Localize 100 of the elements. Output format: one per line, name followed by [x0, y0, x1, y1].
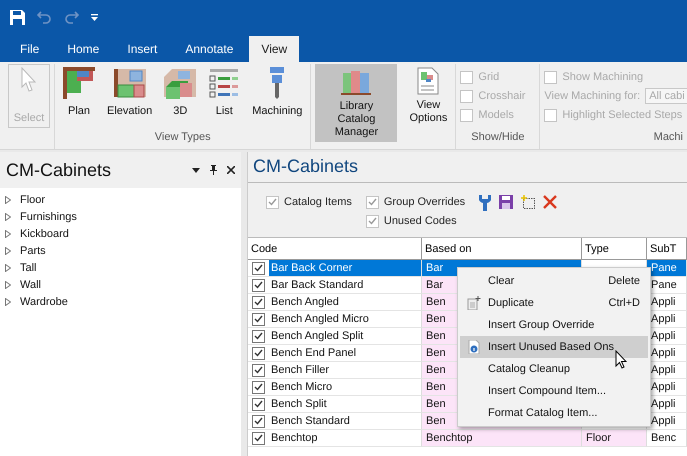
ribbon-tab[interactable]: Home: [55, 36, 112, 62]
row-checkbox[interactable]: [252, 364, 265, 376]
expand-icon[interactable]: [5, 264, 11, 272]
expand-icon[interactable]: [5, 196, 11, 204]
tree-item[interactable]: Tall: [0, 259, 241, 276]
table-cell: Floor: [582, 430, 647, 447]
row-checkbox[interactable]: [252, 312, 265, 326]
document-icon: [417, 67, 440, 95]
info-icon: [468, 340, 480, 354]
library-catalog-manager-button[interactable]: Library Catalog Manager: [315, 64, 398, 142]
row-checkbox[interactable]: [252, 278, 265, 292]
checkbox[interactable]: [544, 108, 558, 122]
expand-icon[interactable]: [5, 280, 11, 288]
row-checkbox[interactable]: [252, 262, 265, 274]
checkbox-label: Models: [478, 109, 514, 121]
group-label: Machi: [652, 131, 683, 145]
ribbon-tab[interactable]: File: [8, 36, 52, 62]
view-type-button[interactable]: 3D: [160, 64, 200, 131]
table-cell-text: Bench Filler: [270, 363, 330, 378]
tree-item[interactable]: Floor: [0, 191, 241, 208]
checkbox[interactable]: [366, 214, 379, 228]
tree-label: Furnishings: [20, 210, 77, 222]
group-label: Show/Hide: [470, 131, 526, 145]
checkbox-label: Show Machining: [562, 71, 644, 83]
pin-icon[interactable]: [210, 165, 217, 175]
view-type-button[interactable]: Machining: [248, 64, 306, 131]
panel-title: CM-Cabinets: [252, 155, 360, 178]
checkbox-label: Crosshair: [478, 90, 526, 102]
checkbox-label: Group Overrides: [384, 196, 466, 208]
save-icon[interactable]: [10, 10, 25, 24]
row-checkbox[interactable]: [252, 414, 265, 428]
table-cell: Benc: [647, 430, 687, 447]
table-cell-text: Bench End Panel: [270, 346, 358, 361]
table-cell-text: Bench Standard: [270, 414, 351, 429]
row-checkbox[interactable]: [252, 346, 265, 360]
expand-icon[interactable]: [5, 246, 11, 254]
table-cell-text: Bench Split: [270, 397, 328, 412]
ribbon-tab[interactable]: Insert: [115, 36, 170, 62]
duplicate-icon: [467, 296, 481, 310]
column-header[interactable]: SubT: [647, 238, 687, 260]
new-item-icon[interactable]: [521, 195, 536, 209]
row-checkbox[interactable]: [252, 432, 265, 444]
row-checkbox[interactable]: [252, 330, 265, 342]
table-cell-text: Bench Micro: [270, 380, 334, 395]
row-checkbox[interactable]: [252, 398, 265, 410]
checkbox-label: Unused Codes: [384, 215, 457, 227]
group-label: View Types: [154, 131, 212, 145]
shortcut-label: Ctrl+D: [608, 297, 641, 309]
table-cell: Benchtop: [422, 430, 582, 447]
dropdown-icon[interactable]: [91, 14, 98, 20]
tree-label: Kickboard: [20, 228, 69, 240]
panel-title: CM-Cabinets: [6, 160, 112, 180]
mouse-cursor-icon: [615, 350, 627, 370]
checkbox[interactable]: [266, 196, 279, 208]
view-type-button[interactable]: Plan: [59, 64, 99, 131]
table-cell: Bar Back Corner: [269, 260, 421, 276]
table-cell-text: Bench Angled Split: [270, 329, 364, 344]
tree-label: Tall: [20, 262, 37, 274]
list-icon: [208, 67, 240, 99]
column-header[interactable]: Type: [582, 238, 647, 260]
ribbon-tab[interactable]: View: [249, 36, 300, 62]
save-icon[interactable]: [499, 195, 514, 209]
tree-item[interactable]: Furnishings: [0, 208, 241, 225]
table-cell-text: Benchtop: [270, 431, 318, 446]
view-type-button[interactable]: List: [204, 64, 244, 131]
elevation-icon: [114, 67, 146, 99]
tree-item[interactable]: Wall: [0, 276, 241, 293]
floor-plan-icon: [63, 67, 95, 99]
checkbox[interactable]: [366, 196, 379, 208]
column-header[interactable]: Based on: [422, 238, 582, 260]
table-cell-text: Bench Angled Micro: [270, 312, 370, 327]
table-cell-text: Bar Back Standard: [270, 278, 364, 293]
column-header[interactable]: Code: [248, 238, 422, 260]
cube-3d-icon: [164, 67, 196, 99]
tree-label: Parts: [20, 244, 46, 256]
tree-item[interactable]: Kickboard: [0, 225, 241, 242]
menu-item[interactable]: Insert Unused Based Ons: [460, 336, 648, 358]
checkbox[interactable]: [544, 70, 558, 84]
row-checkbox[interactable]: [252, 380, 265, 394]
ribbon-tab[interactable]: Annotate: [173, 36, 246, 62]
wrench-icon[interactable]: [479, 195, 492, 211]
table-cell: Appli: [647, 413, 687, 430]
row-checkbox[interactable]: [252, 296, 265, 308]
checkbox-label: Catalog Items: [284, 196, 352, 208]
expand-icon[interactable]: [5, 212, 11, 220]
shortcut-label: Delete: [608, 275, 641, 287]
checkbox-label: Grid: [478, 71, 500, 83]
expand-icon[interactable]: [5, 230, 11, 238]
dropdown-icon[interactable]: [192, 168, 200, 172]
tree-label: Floor: [20, 194, 46, 206]
tree-item[interactable]: Wardrobe: [0, 293, 241, 310]
field-label: View Machining for:: [544, 90, 640, 102]
expand-icon[interactable]: [5, 298, 11, 306]
view-options-button[interactable]: View Options: [405, 64, 452, 131]
checkbox-label: Highlight Selected Steps: [562, 109, 682, 121]
close-icon[interactable]: [227, 166, 235, 174]
tree-item[interactable]: Parts: [0, 242, 241, 259]
delete-icon[interactable]: [543, 195, 558, 209]
view-type-button[interactable]: Elevation: [103, 64, 156, 131]
tree-label: Wall: [20, 278, 41, 290]
